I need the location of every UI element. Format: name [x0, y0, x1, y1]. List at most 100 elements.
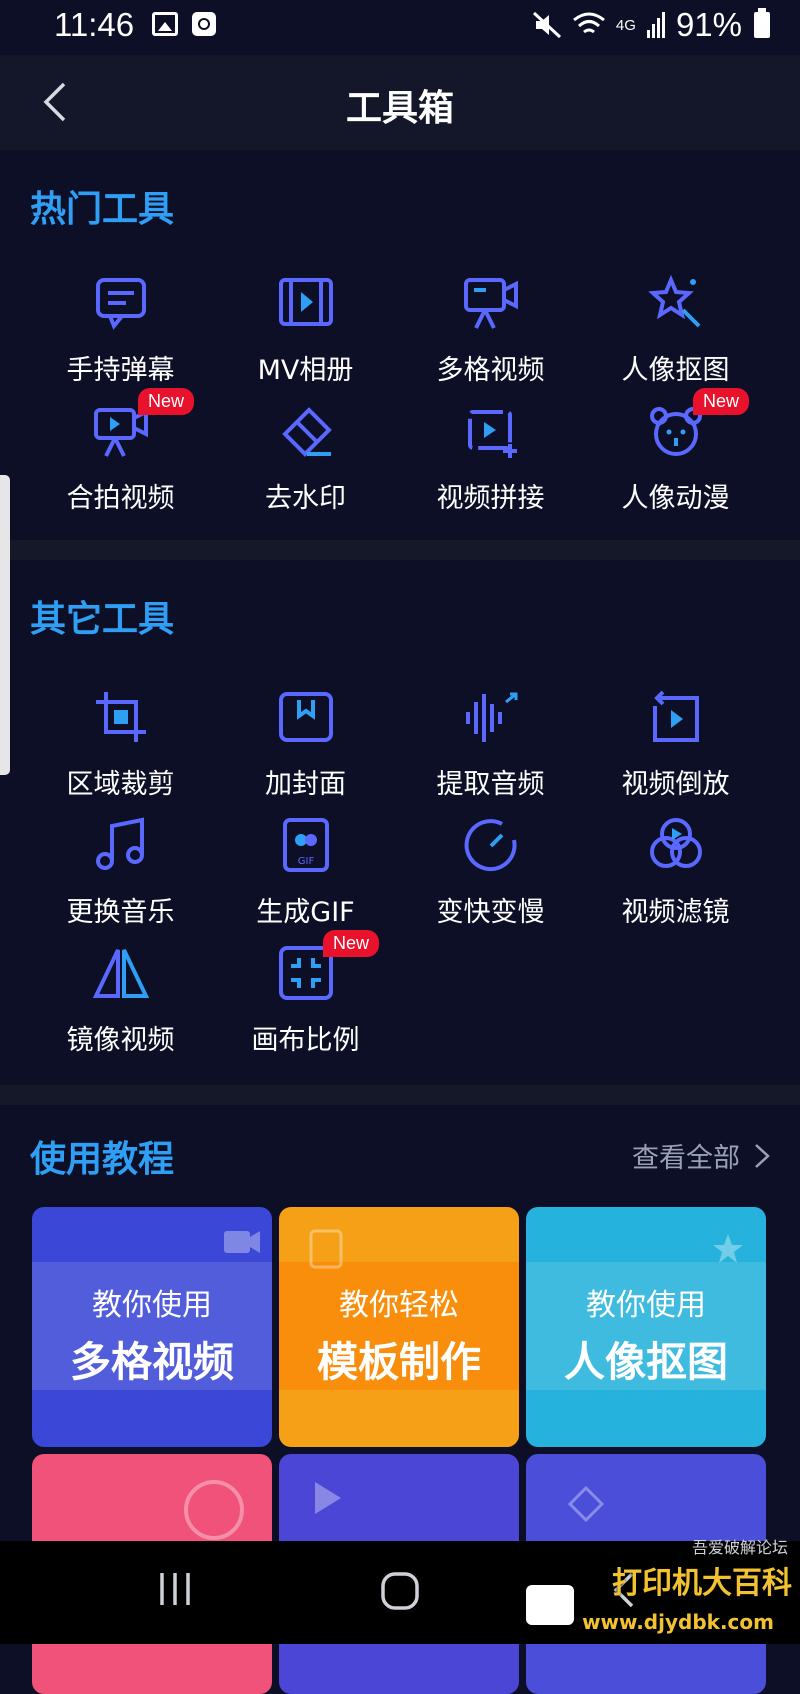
tool-change-music[interactable]: 更换音乐: [28, 814, 213, 934]
audio-wave-icon: [460, 686, 522, 748]
image-notification-icon: [152, 12, 178, 36]
printer-logo-icon: [526, 1585, 574, 1625]
eraser-icon: [567, 1485, 605, 1523]
tool-remove-watermark[interactable]: 去水印: [213, 400, 398, 520]
eraser-icon: [275, 400, 337, 462]
chevron-right-icon: [755, 1143, 770, 1168]
signal-icon: [646, 12, 665, 38]
tool-label: 加封面: [265, 769, 346, 800]
tutorial-card-line1: 教你使用: [92, 1288, 212, 1323]
hot-tools-title: 热门工具: [30, 189, 175, 230]
tool-label: 视频倒放: [621, 769, 730, 800]
recent-apps-button[interactable]: [158, 1571, 192, 1611]
status-time: 11:46: [54, 6, 135, 43]
tutorial-card-multi-grid[interactable]: 教你使用 多格视频: [32, 1207, 272, 1447]
battery-icon: [754, 8, 770, 38]
recent-apps-icon: [160, 1573, 190, 1605]
view-all-link[interactable]: 查看全部: [632, 1136, 770, 1175]
edge-panel-handle[interactable]: [0, 475, 10, 775]
tool-multi-grid-video[interactable]: 多格视频: [398, 272, 583, 392]
rewind-icon: [645, 686, 707, 748]
tutorial-card-line1: 教你轻松: [339, 1288, 459, 1323]
new-badge: New: [138, 388, 195, 415]
play-icon: [315, 1482, 341, 1514]
tool-label: 镜像视频: [66, 1025, 175, 1056]
network-type: 4G: [615, 16, 636, 34]
mute-icon: [532, 11, 561, 39]
gif-icon: GIF: [275, 814, 337, 876]
mirror-icon: [90, 942, 152, 1004]
tutorial-card-portrait-cutout[interactable]: 教你使用 人像抠图: [526, 1207, 766, 1447]
hot-tools-section: 热门工具 手持弹幕 MV相册 多格视频 人像抠图 New 合拍视频 去水印 视频…: [0, 150, 800, 540]
svg-text:GIF: GIF: [298, 856, 315, 867]
home-icon: [381, 1572, 419, 1610]
tutorial-card-line2: 人像抠图: [564, 1338, 728, 1386]
tool-label: 手持弹幕: [66, 355, 175, 386]
status-notifications: [152, 12, 216, 36]
tool-canvas-ratio[interactable]: New 画布比例: [213, 930, 398, 1062]
tool-label: 人像抠图: [621, 355, 730, 386]
tool-label: 生成GIF: [256, 897, 355, 928]
other-tools-title: 其它工具: [30, 599, 175, 640]
tool-label: 人像动漫: [621, 483, 730, 514]
tool-barrage[interactable]: 手持弹幕: [28, 272, 213, 392]
tutorials-title: 使用教程: [30, 1139, 175, 1180]
film-play-icon: [275, 272, 337, 334]
tool-label: 画布比例: [251, 1025, 360, 1056]
watermark-text: 打印机大百科: [612, 1566, 792, 1601]
tool-video-filter[interactable]: 视频滤镜: [583, 814, 768, 934]
tool-reverse-video[interactable]: 视频倒放: [583, 686, 768, 806]
tool-label: 多格视频: [436, 355, 545, 386]
tool-extract-audio[interactable]: 提取音频: [398, 686, 583, 806]
battery-percent: 91%: [675, 6, 742, 43]
tool-label: 提取音频: [436, 769, 545, 800]
tool-video-splice[interactable]: 视频拼接: [398, 400, 583, 520]
other-tools-section: 其它工具 区域裁剪 加封面 提取音频 视频倒放 更换音乐 GIF 生成GIF 变…: [0, 560, 800, 1085]
tutorial-card-template[interactable]: 教你轻松 模板制作: [279, 1207, 519, 1447]
crop-icon: [90, 686, 152, 748]
star-icon: [713, 1234, 743, 1263]
tool-label: 视频拼接: [436, 483, 545, 514]
recording-notification-icon: [192, 12, 216, 36]
tutorial-card-line2: 多格视频: [70, 1338, 234, 1386]
tool-label: MV相册: [257, 355, 354, 386]
section-divider: [0, 540, 800, 560]
wifi-icon: [572, 12, 605, 34]
tool-duet-video[interactable]: New 合拍视频: [28, 388, 213, 520]
view-all-label: 查看全部: [632, 1143, 740, 1174]
page-title: 工具箱: [345, 88, 454, 129]
tool-label: 合拍视频: [66, 483, 175, 514]
magic-star-icon: [645, 272, 707, 334]
status-indicators: 4G 91%: [532, 6, 742, 44]
tool-make-gif[interactable]: GIF 生成GIF: [213, 814, 398, 934]
music-note-icon: [90, 814, 152, 876]
camera-tripod-icon: [460, 272, 522, 334]
tool-portrait-cutout[interactable]: 人像抠图: [583, 272, 768, 392]
tool-label: 去水印: [265, 483, 346, 514]
filter-circles-icon: [645, 814, 707, 876]
play-icon: [184, 1480, 244, 1540]
tool-crop[interactable]: 区域裁剪: [28, 686, 213, 806]
tool-label: 视频滤镜: [621, 897, 730, 928]
tool-mirror-video[interactable]: 镜像视频: [28, 942, 213, 1062]
tool-label: 更换音乐: [66, 897, 175, 928]
header: 工具箱: [0, 55, 800, 150]
watermark-url: www.djydbk.com: [582, 1610, 774, 1634]
new-badge: New: [323, 930, 380, 957]
tutorial-card-line2: 模板制作: [317, 1338, 481, 1386]
cover-icon: [275, 686, 337, 748]
tool-label: 区域裁剪: [66, 769, 175, 800]
chat-bubble-icon: [90, 272, 152, 334]
tool-speed[interactable]: 变快变慢: [398, 814, 583, 934]
section-divider: [0, 1085, 800, 1105]
tool-add-cover[interactable]: 加封面: [213, 686, 398, 806]
tool-mv-album[interactable]: MV相册: [213, 272, 398, 392]
watermark-corner: 吾爱破解论坛: [691, 1538, 788, 1557]
tool-label: 变快变慢: [436, 897, 545, 928]
tool-portrait-anime[interactable]: New 人像动漫: [583, 388, 768, 520]
video-frame-icon: [460, 400, 522, 462]
tutorial-card-line1: 教你使用: [586, 1288, 706, 1323]
home-button[interactable]: [380, 1571, 420, 1615]
video-camera-icon: [224, 1231, 260, 1253]
new-badge: New: [693, 388, 750, 415]
